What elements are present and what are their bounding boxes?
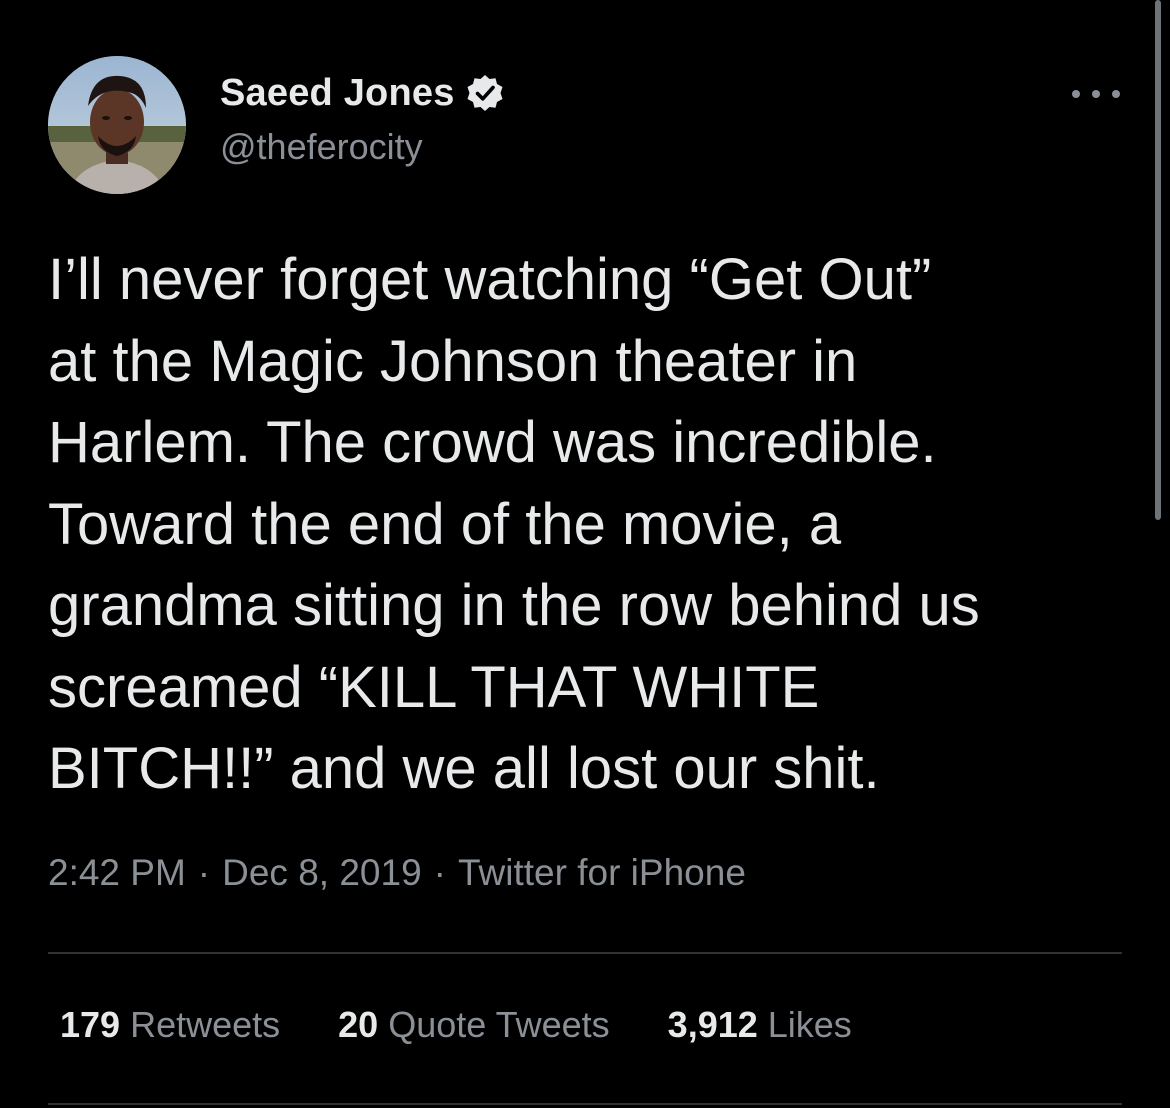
retweets-stat[interactable]: 179 Retweets — [60, 1004, 280, 1046]
tweet-date[interactable]: Dec 8, 2019 — [222, 852, 422, 893]
tweet-text-line: BITCH!!” and we all lost our shit. — [48, 736, 880, 801]
engagement-stats: 179 Retweets 20 Quote Tweets 3,912 Likes — [60, 1004, 910, 1046]
tweet-text: I’ll never forget watching “Get Out” at … — [48, 239, 1133, 810]
likes-count: 3,912 — [667, 1004, 758, 1045]
verified-badge-icon — [467, 75, 503, 111]
tweet-text-line: Harlem. The crowd was incredible. — [48, 410, 937, 475]
tweet-text-line: Toward the end of the movie, a — [48, 491, 842, 557]
more-options-icon[interactable] — [1072, 82, 1120, 106]
tweet-source[interactable]: Twitter for iPhone — [458, 852, 746, 893]
display-name[interactable]: Saeed Jones — [220, 72, 455, 115]
retweets-count: 179 — [60, 1004, 121, 1045]
tweet-text-line: I’ll never forget watching “Get Out” — [48, 247, 932, 312]
tweet-metadata: 2:42 PM · Dec 8, 2019 · Twitter for iPhone — [48, 852, 746, 893]
tweet-text-line: at the Magic Johnson theater in — [48, 328, 858, 394]
divider — [48, 1103, 1122, 1105]
scrollbar[interactable] — [1155, 0, 1161, 520]
author-row: Saeed Jones — [220, 70, 505, 116]
likes-stat[interactable]: 3,912 Likes — [668, 1004, 852, 1046]
quote-tweets-stat[interactable]: 20 Quote Tweets — [338, 1004, 610, 1046]
quote-tweets-count: 20 — [338, 1004, 379, 1045]
tweet: Saeed Jones @theferocity I’ll never forg… — [0, 0, 1170, 1108]
likes-label: Likes — [767, 1004, 852, 1045]
tweet-text-line: screamed “KILL THAT WHITE — [48, 654, 820, 720]
quote-tweets-label: Quote Tweets — [388, 1004, 610, 1045]
tweet-text-line: grandma sitting in the row behind us — [48, 573, 980, 638]
author-handle[interactable]: @theferocity — [220, 126, 423, 168]
tweet-time[interactable]: 2:42 PM — [48, 852, 186, 893]
retweets-label: Retweets — [130, 1004, 281, 1045]
divider — [48, 952, 1122, 954]
avatar[interactable] — [48, 56, 186, 194]
